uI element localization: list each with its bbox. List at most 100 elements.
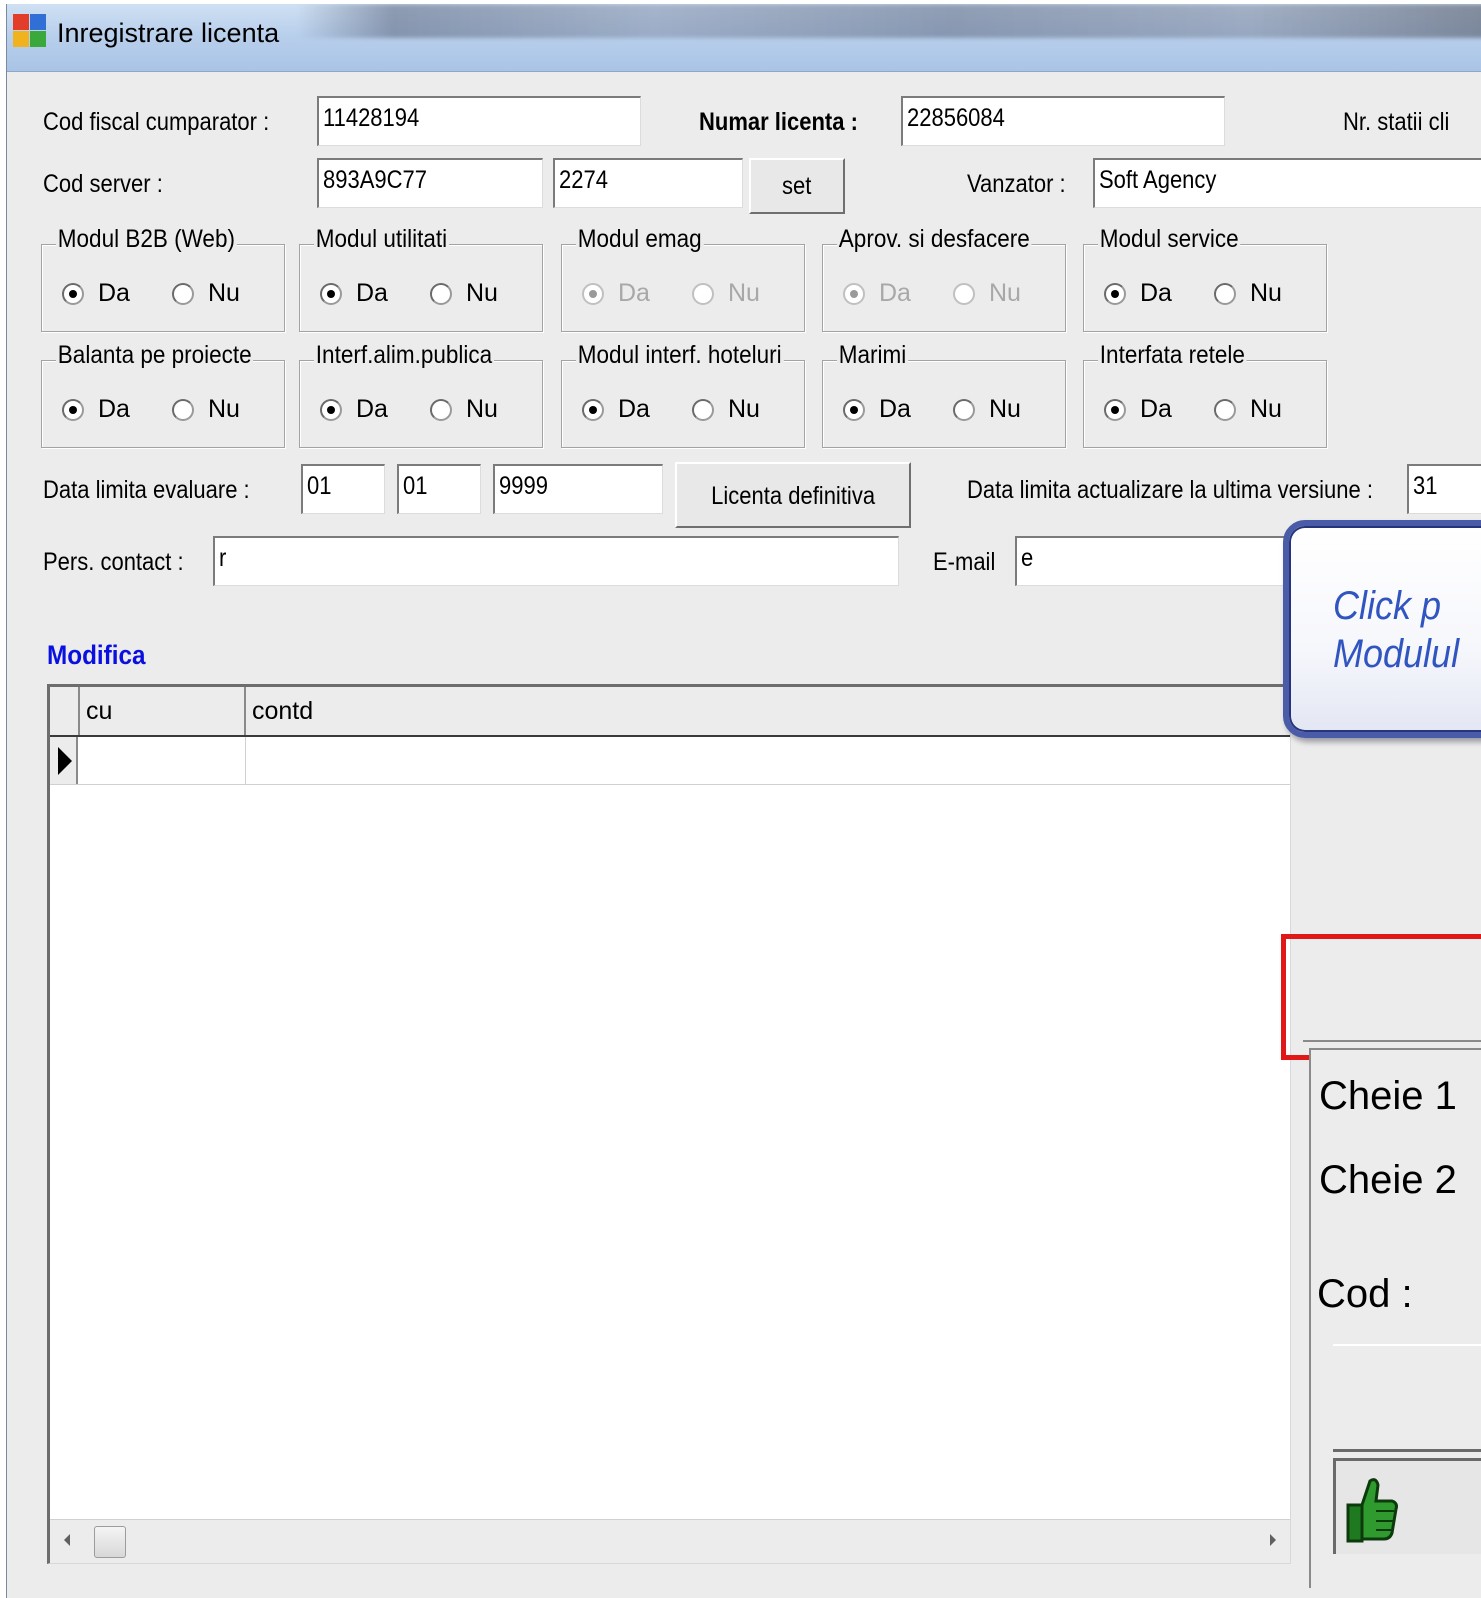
- group-title: Modul utilitati: [314, 225, 449, 254]
- radio-nu[interactable]: Nu: [692, 395, 760, 424]
- licenta-definitiva-button[interactable]: Licenta definitiva: [675, 462, 911, 528]
- grid-header: cu contd: [50, 687, 1290, 737]
- scroll-right-icon[interactable]: [1270, 1534, 1276, 1546]
- set-button[interactable]: set: [749, 158, 845, 214]
- radio-da: Da: [582, 279, 650, 308]
- confirm-button[interactable]: [1333, 1458, 1481, 1554]
- group-marimi: Marimi Da Nu: [822, 341, 1066, 448]
- column-header-cu[interactable]: cu: [80, 687, 246, 735]
- radio-dot-icon: [320, 398, 342, 421]
- scroll-thumb[interactable]: [94, 1526, 126, 1558]
- radio-dot-icon: [320, 282, 342, 305]
- group-modul-emag: Modul emag Da Nu: [561, 225, 805, 332]
- cell-cu[interactable]: [80, 737, 246, 784]
- data-year-input[interactable]: 9999: [493, 464, 663, 514]
- vanzator-label: Vanzator :: [967, 170, 1066, 198]
- group-modul-service: Modul service Da Nu: [1083, 225, 1327, 332]
- cod-server-input-1[interactable]: 893A9C77: [317, 158, 543, 208]
- group-title: Interf.alim.publica: [314, 341, 494, 370]
- radio-dot-icon: [692, 282, 714, 305]
- group-modul-utilitati: Modul utilitati Da Nu: [299, 225, 543, 332]
- column-header-contd[interactable]: contd: [246, 687, 1291, 735]
- data-grid[interactable]: cu contd: [47, 684, 1291, 1564]
- group-interf-alim-publica: Interf.alim.publica Da Nu: [299, 341, 543, 448]
- radio-da: Da: [843, 279, 911, 308]
- data-actualizare-label: Data limita actualizare la ultima versiu…: [967, 476, 1373, 504]
- pers-contact-label: Pers. contact :: [43, 548, 184, 576]
- scroll-left-icon[interactable]: [64, 1534, 70, 1546]
- radio-nu[interactable]: Nu: [953, 395, 1021, 424]
- radio-nu[interactable]: Nu: [1214, 395, 1282, 424]
- radio-dot-icon: [1214, 398, 1236, 421]
- callout-line-2: Modulul: [1333, 632, 1460, 676]
- radio-nu[interactable]: Nu: [430, 279, 498, 308]
- group-title: Interfata retele: [1098, 341, 1247, 370]
- data-day-input[interactable]: 01: [301, 464, 385, 514]
- cod-label: Cod :: [1317, 1272, 1413, 1316]
- cod-server-input-2[interactable]: 2274: [553, 158, 743, 208]
- group-title: Modul interf. hoteluri: [576, 341, 784, 370]
- cell-contd[interactable]: [246, 737, 1291, 784]
- radio-dot-icon: [843, 282, 865, 305]
- group-modul-b2b: Modul B2B (Web) Da Nu: [41, 225, 285, 332]
- blurred-background: [297, 4, 1481, 38]
- group-balanta-proiecte: Balanta pe proiecte Da Nu: [41, 341, 285, 448]
- radio-nu[interactable]: Nu: [430, 395, 498, 424]
- group-title: Marimi: [837, 341, 909, 370]
- numar-licenta-label: Numar licenta :: [699, 108, 858, 136]
- radio-dot-icon: [1104, 282, 1126, 305]
- radio-da[interactable]: Da: [1104, 279, 1172, 308]
- data-actualizare-input[interactable]: 31: [1407, 464, 1481, 514]
- group-title: Balanta pe proiecte: [56, 341, 254, 370]
- pers-contact-input[interactable]: r: [213, 536, 899, 586]
- radio-da[interactable]: Da: [582, 395, 650, 424]
- radio-da[interactable]: Da: [320, 395, 388, 424]
- radio-da[interactable]: Da: [62, 279, 130, 308]
- radio-dot-icon: [953, 282, 975, 305]
- current-row-arrow-icon: [58, 747, 72, 775]
- group-title: Modul B2B (Web): [56, 225, 237, 254]
- group-title: Modul emag: [576, 225, 704, 254]
- row-indicator-header: [50, 687, 80, 735]
- nr-statii-label: Nr. statii cli: [1343, 108, 1450, 136]
- modifica-link[interactable]: Modifica: [47, 640, 146, 671]
- vanzator-input[interactable]: Soft Agency: [1093, 158, 1481, 208]
- radio-dot-icon: [582, 282, 604, 305]
- group-aprov-desfacere: Aprov. si desfacere Da Nu: [822, 225, 1066, 332]
- radio-nu: Nu: [953, 279, 1021, 308]
- highlight-box: [1281, 934, 1481, 1060]
- radio-dot-icon: [172, 398, 194, 421]
- callout-text: Click p Modulul: [1333, 582, 1459, 678]
- email-input[interactable]: e: [1015, 536, 1295, 586]
- horizontal-scrollbar[interactable]: [50, 1519, 1290, 1563]
- cod-fiscal-input[interactable]: 11428194: [317, 96, 641, 146]
- radio-dot-icon: [1104, 398, 1126, 421]
- radio-da[interactable]: Da: [320, 279, 388, 308]
- radio-dot-icon: [582, 398, 604, 421]
- radio-dot-icon: [430, 282, 452, 305]
- thumbs-up-icon: [1346, 1478, 1398, 1543]
- data-month-input[interactable]: 01: [397, 464, 481, 514]
- row-indicator: [50, 737, 78, 784]
- numar-licenta-input[interactable]: 22856084: [901, 96, 1225, 146]
- radio-da[interactable]: Da: [62, 395, 130, 424]
- radio-nu[interactable]: Nu: [172, 279, 240, 308]
- radio-nu[interactable]: Nu: [1214, 279, 1282, 308]
- radio-da[interactable]: Da: [843, 395, 911, 424]
- radio-da[interactable]: Da: [1104, 395, 1172, 424]
- radio-dot-icon: [430, 398, 452, 421]
- data-limita-label: Data limita evaluare :: [43, 476, 250, 504]
- app-icon: [13, 14, 47, 50]
- title-bar[interactable]: Inregistrare licenta: [7, 4, 1481, 72]
- radio-dot-icon: [172, 282, 194, 305]
- group-interf-hoteluri: Modul interf. hoteluri Da Nu: [561, 341, 805, 448]
- radio-dot-icon: [62, 398, 84, 421]
- cod-box: [1333, 1344, 1481, 1452]
- radio-nu[interactable]: Nu: [172, 395, 240, 424]
- table-row[interactable]: [50, 737, 1290, 785]
- email-label: E-mail: [933, 548, 996, 576]
- group-interfata-retele: Interfata retele Da Nu: [1083, 341, 1327, 448]
- cod-fiscal-label: Cod fiscal cumparator :: [43, 108, 270, 136]
- license-window: Inregistrare licenta Cod fiscal cumparat…: [6, 4, 1481, 1598]
- window-title: Inregistrare licenta: [57, 18, 280, 48]
